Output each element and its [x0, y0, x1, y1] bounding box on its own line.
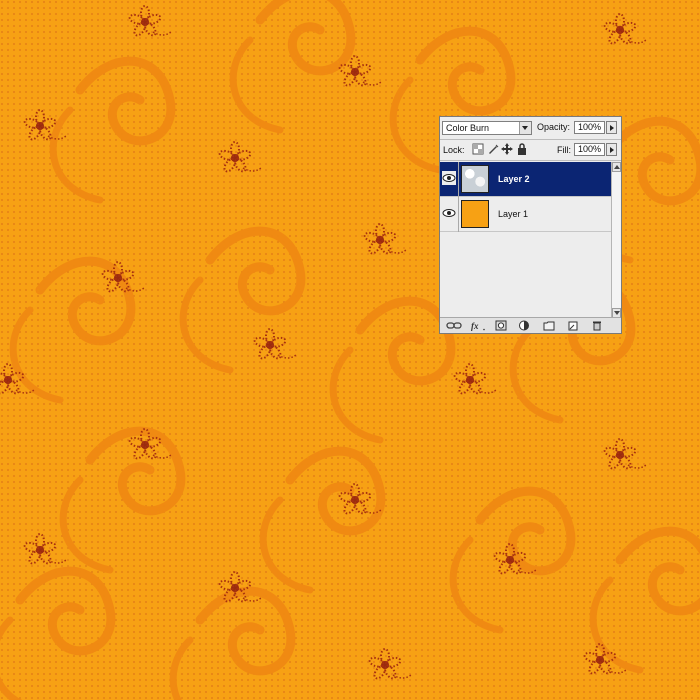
adjustment-icon[interactable] [518, 320, 530, 331]
divider [440, 139, 621, 140]
fill-label: Fill: [557, 145, 571, 155]
group-folder-icon[interactable] [543, 320, 555, 331]
opacity-slider-button[interactable] [606, 121, 617, 134]
divider [458, 197, 459, 232]
visibility-eye-icon[interactable] [442, 171, 456, 185]
layer-row-layer-2[interactable]: Layer 2 [440, 162, 611, 197]
layers-list: Layer 2 Layer 1 [440, 162, 611, 318]
opacity-field[interactable]: 100% [574, 121, 605, 134]
layer-name[interactable]: Layer 2 [498, 174, 530, 184]
blend-mode-value: Color Burn [446, 123, 490, 133]
document-canvas[interactable] [0, 0, 700, 700]
link-icon[interactable] [446, 320, 462, 331]
layer-thumbnail [461, 200, 489, 228]
layer-row-layer-1[interactable]: Layer 1 [440, 197, 611, 232]
layers-toolbar: fx [440, 317, 621, 333]
blend-mode-dropdown[interactable]: Color Burn [442, 121, 532, 135]
fx-icon[interactable]: fx [470, 320, 486, 331]
fill-slider-button[interactable] [606, 143, 617, 156]
new-layer-icon[interactable] [567, 320, 579, 331]
blend-opacity-row: Color Burn Opacity: 100% [440, 117, 621, 139]
divider [458, 162, 459, 197]
layer-name[interactable]: Layer 1 [498, 209, 528, 219]
divider [440, 160, 621, 161]
lock-position-icon[interactable] [501, 143, 513, 155]
visibility-eye-icon[interactable] [442, 206, 456, 220]
layers-scrollbar[interactable] [611, 162, 621, 318]
scroll-up-arrow-icon[interactable] [612, 162, 621, 172]
lock-label: Lock: [443, 145, 465, 155]
lock-transparent-pixels-icon[interactable] [472, 143, 484, 155]
chevron-down-icon[interactable] [519, 122, 531, 134]
svg-text:fx: fx [471, 321, 479, 331]
layer-thumbnail [461, 165, 489, 193]
trash-icon[interactable] [591, 320, 603, 331]
layers-panel: Color Burn Opacity: 100% Lock: Fill: 100… [439, 116, 622, 334]
lock-image-pixels-icon[interactable] [487, 143, 499, 155]
opacity-label: Opacity: [537, 122, 571, 132]
mask-icon[interactable] [495, 320, 507, 331]
fill-field[interactable]: 100% [574, 143, 605, 156]
lock-all-icon[interactable] [516, 143, 528, 155]
